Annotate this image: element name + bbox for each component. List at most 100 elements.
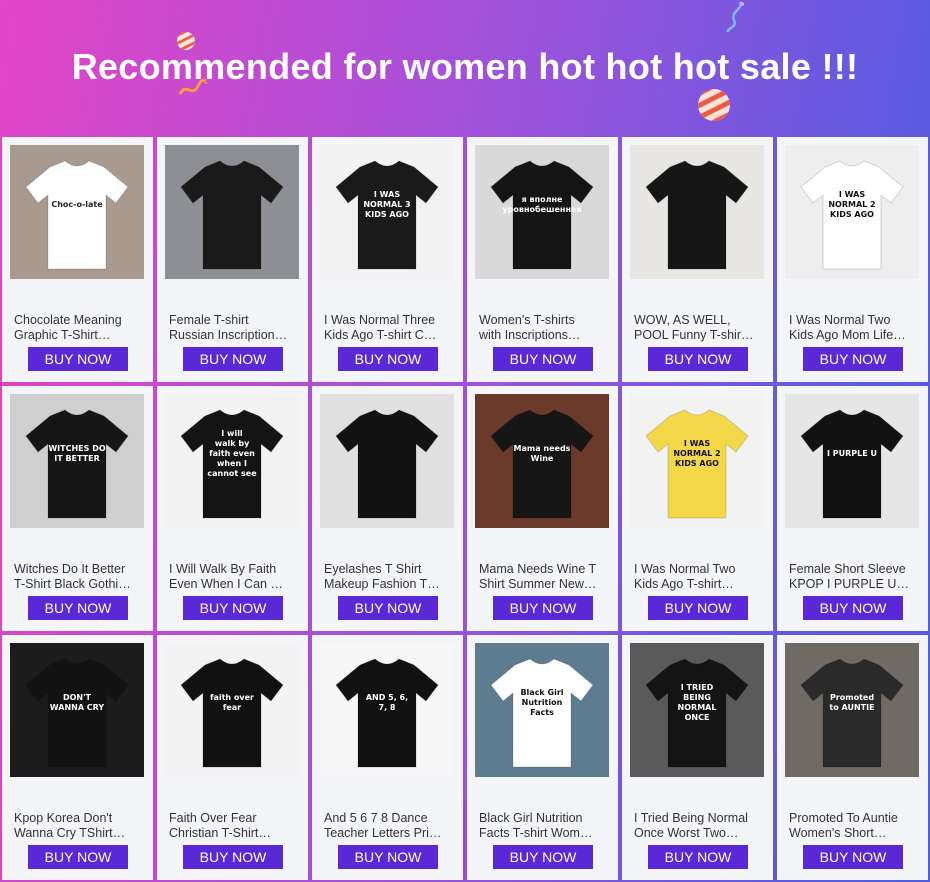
- svg-text:to AUNTIE: to AUNTIE: [829, 703, 874, 712]
- svg-text:I WAS: I WAS: [839, 190, 865, 199]
- product-title[interactable]: I Was Normal Three Kids Ago T-shirt C…: [324, 313, 452, 343]
- product-card[interactable]: Black Girl Nutrition Facts Black Girl Nutri…: [467, 635, 618, 880]
- tshirt-photo-icon: faith overfear: [165, 643, 299, 777]
- product-card[interactable]: Promoted to AUNTIE Promoted To Auntie Wome…: [777, 635, 928, 880]
- product-card[interactable]: DON'T WANNA CRY Kpop Korea Don't Wanna Cry…: [2, 635, 153, 880]
- svg-text:AND 5, 6,: AND 5, 6,: [366, 693, 408, 702]
- product-image[interactable]: I WAS NORMAL 3 KIDS AGO: [320, 145, 454, 279]
- product-card[interactable]: I WAS NORMAL 2 KIDS AGO I Was Normal Two Ki…: [777, 137, 928, 382]
- product-card[interactable]: AND 5, 6, 7, 8 And 5 6 7 8 Dance Teacher L…: [312, 635, 463, 880]
- product-card[interactable]: I PURPLE U Female Short Sleeve KPOP I PUR…: [777, 386, 928, 631]
- svg-text:Nutrition: Nutrition: [522, 698, 563, 707]
- buy-now-button[interactable]: BUY NOW: [183, 845, 283, 869]
- svg-text:BEING: BEING: [683, 693, 711, 702]
- svg-text:KIDS AGO: KIDS AGO: [830, 210, 874, 219]
- buy-now-button[interactable]: BUY NOW: [803, 845, 903, 869]
- product-title[interactable]: Mama Needs Wine T Shirt Summer New…: [479, 562, 607, 592]
- product-title[interactable]: Female Short Sleeve KPOP I PURPLE U…: [789, 562, 917, 592]
- tshirt-photo-icon: [630, 145, 764, 279]
- product-card[interactable]: faith over fear Faith Over Fear Christian …: [157, 635, 308, 880]
- product-image[interactable]: AND 5, 6, 7, 8: [320, 643, 454, 777]
- product-card[interactable]: Eyelashes T Shirt Makeup Fashion T… BUY N…: [312, 386, 463, 631]
- svg-text:WITCHES DO: WITCHES DO: [48, 444, 105, 453]
- buy-now-button[interactable]: BUY NOW: [28, 347, 128, 371]
- tshirt-photo-icon: I willwalk byfaith evenwhen Icannot see: [165, 394, 299, 528]
- buy-now-button[interactable]: BUY NOW: [803, 347, 903, 371]
- product-card[interactable]: I WAS NORMAL 3 KIDS AGO I Was Normal Three …: [312, 137, 463, 382]
- product-title[interactable]: I Will Walk By Faith Even When I Can …: [169, 562, 297, 592]
- product-title[interactable]: Witches Do It Better T-Shirt Black Gothi…: [14, 562, 142, 592]
- product-card[interactable]: Female T-shirt Russian Inscription… BUY N…: [157, 137, 308, 382]
- product-card[interactable]: я вполне уровнобешенная Women's T-shirts w…: [467, 137, 618, 382]
- product-title[interactable]: Kpop Korea Don't Wanna Cry TShirt…: [14, 811, 142, 841]
- tshirt-photo-icon: I WASNORMAL 2KIDS AGO: [630, 394, 764, 528]
- svg-text:KIDS AGO: KIDS AGO: [365, 210, 409, 219]
- product-image[interactable]: I TRIED BEING NORMAL ONCE: [630, 643, 764, 777]
- tshirt-photo-icon: [165, 145, 299, 279]
- product-image[interactable]: я вполне уровнобешенная: [475, 145, 609, 279]
- product-card[interactable]: Mama needs Wine Mama Needs Wine T Shirt Su…: [467, 386, 618, 631]
- product-image[interactable]: I WAS NORMAL 2 KIDS AGO: [785, 145, 919, 279]
- product-image[interactable]: I PURPLE U: [785, 394, 919, 528]
- product-title[interactable]: Promoted To Auntie Women's Short…: [789, 811, 917, 841]
- tshirt-photo-icon: I WASNORMAL 3KIDS AGO: [320, 145, 454, 279]
- svg-text:NORMAL 2: NORMAL 2: [673, 449, 720, 458]
- buy-now-button[interactable]: BUY NOW: [183, 347, 283, 371]
- buy-now-button[interactable]: BUY NOW: [803, 596, 903, 620]
- tshirt-photo-icon: Black GirlNutritionFacts: [475, 643, 609, 777]
- product-title[interactable]: Women's T-shirts with Inscriptions…: [479, 313, 607, 343]
- product-image[interactable]: Mama needs Wine: [475, 394, 609, 528]
- product-image[interactable]: DON'T WANNA CRY: [10, 643, 144, 777]
- product-title[interactable]: Eyelashes T Shirt Makeup Fashion T…: [324, 562, 452, 592]
- product-image[interactable]: WITCHES DO IT BETTER: [10, 394, 144, 528]
- tshirt-photo-icon: AND 5, 6,7, 8: [320, 643, 454, 777]
- product-card[interactable]: I WAS NORMAL 2 KIDS AGO I Was Normal Two Ki…: [622, 386, 773, 631]
- buy-now-button[interactable]: BUY NOW: [648, 347, 748, 371]
- product-image[interactable]: [165, 145, 299, 279]
- svg-text:I will: I will: [221, 429, 243, 438]
- buy-now-button[interactable]: BUY NOW: [338, 845, 438, 869]
- svg-text:Facts: Facts: [530, 708, 554, 717]
- buy-now-button[interactable]: BUY NOW: [28, 596, 128, 620]
- buy-now-button[interactable]: BUY NOW: [338, 596, 438, 620]
- buy-now-button[interactable]: BUY NOW: [493, 596, 593, 620]
- product-title[interactable]: WOW, AS WELL, POOL Funny T-shir…: [634, 313, 762, 343]
- svg-text:walk by: walk by: [215, 439, 250, 448]
- svg-text:NORMAL: NORMAL: [678, 703, 717, 712]
- svg-text:faith even: faith even: [209, 449, 255, 458]
- product-title[interactable]: And 5 6 7 8 Dance Teacher Letters Pri…: [324, 811, 452, 841]
- product-image[interactable]: Promoted to AUNTIE: [785, 643, 919, 777]
- product-title[interactable]: Faith Over Fear Christian T-Shirt…: [169, 811, 297, 841]
- product-image[interactable]: Choc-o-late: [10, 145, 144, 279]
- buy-now-button[interactable]: BUY NOW: [338, 347, 438, 371]
- buy-now-button[interactable]: BUY NOW: [183, 596, 283, 620]
- product-card[interactable]: Choc-o-late Chocolate Meaning Graphic T-S…: [2, 137, 153, 382]
- product-image[interactable]: I WAS NORMAL 2 KIDS AGO: [630, 394, 764, 528]
- product-title[interactable]: Chocolate Meaning Graphic T-Shirt…: [14, 313, 142, 343]
- product-card[interactable]: WITCHES DO IT BETTER Witches Do It Better …: [2, 386, 153, 631]
- candy-ball-icon: [698, 89, 730, 121]
- svg-text:Wine: Wine: [531, 454, 554, 463]
- banner-title: Recommended for women hot hot hot sale !…: [71, 46, 859, 87]
- product-title[interactable]: I Tried Being Normal Once Worst Two…: [634, 811, 762, 841]
- product-image[interactable]: I will walk by faith even when Icannot see: [165, 394, 299, 528]
- product-title[interactable]: I Was Normal Two Kids Ago T-shirt…: [634, 562, 762, 592]
- product-image[interactable]: [630, 145, 764, 279]
- tshirt-photo-icon: DON'TWANNA CRY: [10, 643, 144, 777]
- svg-text:Choc-o-late: Choc-o-late: [51, 200, 103, 209]
- buy-now-button[interactable]: BUY NOW: [28, 845, 128, 869]
- product-image[interactable]: [320, 394, 454, 528]
- product-image[interactable]: faith over fear: [165, 643, 299, 777]
- product-card[interactable]: WOW, AS WELL, POOL Funny T-shir… BUY NOW: [622, 137, 773, 382]
- svg-text:when I: when I: [217, 459, 247, 468]
- product-card[interactable]: I TRIED BEING NORMAL ONCE I Tried Being Norm…: [622, 635, 773, 880]
- product-card[interactable]: I will walk by faith even when Icannot see I…: [157, 386, 308, 631]
- buy-now-button[interactable]: BUY NOW: [648, 845, 748, 869]
- buy-now-button[interactable]: BUY NOW: [493, 845, 593, 869]
- product-title[interactable]: Black Girl Nutrition Facts T-shirt Wom…: [479, 811, 607, 841]
- buy-now-button[interactable]: BUY NOW: [493, 347, 593, 371]
- product-title[interactable]: I Was Normal Two Kids Ago Mom Life…: [789, 313, 917, 343]
- product-title[interactable]: Female T-shirt Russian Inscription…: [169, 313, 297, 343]
- product-image[interactable]: Black Girl Nutrition Facts: [475, 643, 609, 777]
- buy-now-button[interactable]: BUY NOW: [648, 596, 748, 620]
